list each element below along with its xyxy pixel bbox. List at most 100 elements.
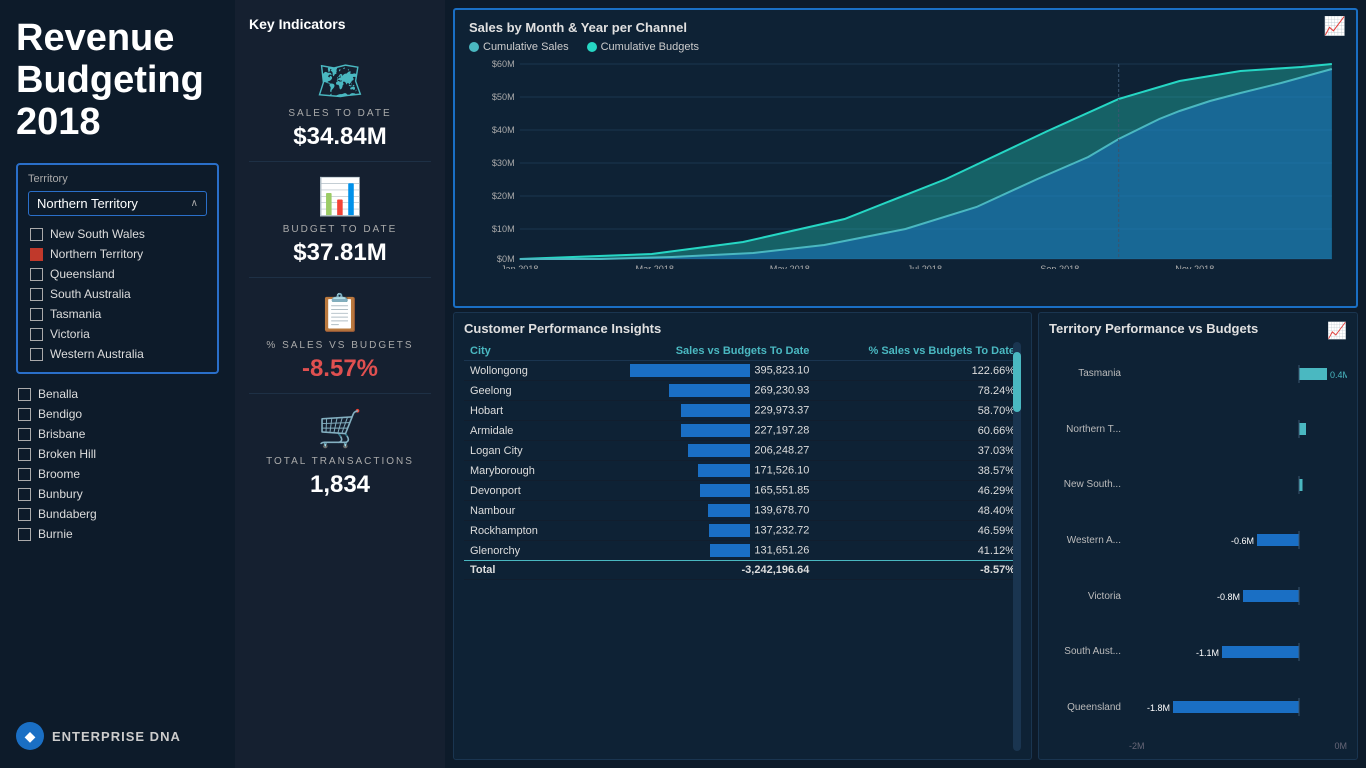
- australia-icon: 🗺: [317, 60, 363, 102]
- sales-kpi: 🗺 SALES TO DATE $34.84M: [249, 46, 431, 162]
- kpi-title: Key Indicators: [249, 16, 431, 32]
- city-list-item[interactable]: Bunbury: [16, 484, 219, 504]
- territory-list-item[interactable]: Queensland: [28, 264, 207, 284]
- svg-text:$20M: $20M: [492, 191, 515, 201]
- pct-cell: 41.12%: [815, 541, 1021, 561]
- territory-bars: Tasmania0.4MNorthern T...New South...Wes…: [1049, 342, 1347, 739]
- territory-item-label: Queensland: [50, 267, 115, 281]
- checkbox: [18, 508, 31, 521]
- transactions-icon: 🛒: [318, 408, 363, 450]
- chevron-down-icon: ∧: [191, 198, 198, 209]
- checkbox: [18, 528, 31, 541]
- table-row: Devonport 165,551.85 46.29%: [464, 481, 1021, 501]
- svg-text:-0.6M: -0.6M: [1231, 536, 1254, 546]
- pct-cell: 78.24%: [815, 381, 1021, 401]
- sales-cell: 131,651.26: [568, 541, 816, 561]
- svg-text:-0.8M: -0.8M: [1217, 592, 1240, 602]
- city-cell: Glenorchy: [464, 541, 568, 561]
- pct-icon: 📋: [318, 292, 363, 334]
- territory-list-item[interactable]: Tasmania: [28, 304, 207, 324]
- city-list-item[interactable]: Bundaberg: [16, 504, 219, 524]
- city-list-item[interactable]: Broome: [16, 464, 219, 484]
- city-item-label: Burnie: [38, 527, 73, 541]
- table-row: Rockhampton 137,232.72 46.59%: [464, 521, 1021, 541]
- territory-chart-icon[interactable]: 📈: [1327, 321, 1347, 341]
- bar-svg: -1.1M: [1129, 643, 1347, 661]
- territory-bar-label: Northern T...: [1049, 424, 1129, 435]
- territory-bar-row: Western A... -0.6M: [1049, 531, 1347, 549]
- chart-expand-icon[interactable]: 📈: [1324, 16, 1346, 37]
- city-cell: Armidale: [464, 421, 568, 441]
- city-item-label: Bendigo: [38, 407, 82, 421]
- city-cell: Wollongong: [464, 361, 568, 381]
- bar-svg: -0.6M: [1129, 531, 1347, 549]
- checkbox: [30, 348, 43, 361]
- bar-svg: -1.8M: [1129, 698, 1347, 716]
- territory-dropdown[interactable]: Northern Territory ∧: [28, 191, 207, 216]
- svg-text:$0M: $0M: [497, 254, 515, 264]
- territory-bar-row: Queensland-1.8M: [1049, 698, 1347, 716]
- checkbox: [30, 308, 43, 321]
- checkbox: [18, 488, 31, 501]
- city-list-item[interactable]: Benalla: [16, 384, 219, 404]
- territory-bar-row: Northern T...: [1049, 420, 1347, 438]
- pct-value: -8.57%: [302, 355, 378, 383]
- table-row: Armidale 227,197.28 60.66%: [464, 421, 1021, 441]
- city-list-item[interactable]: Bendigo: [16, 404, 219, 424]
- svg-text:Jul 2018: Jul 2018: [908, 264, 942, 269]
- sales-cell: 227,197.28: [568, 421, 816, 441]
- territory-bar-row: Victoria-0.8M: [1049, 587, 1347, 605]
- transactions-label: TOTAL TRANSACTIONS: [266, 456, 414, 467]
- checkbox: [30, 268, 43, 281]
- axis-label-neg2m: -2M: [1129, 741, 1145, 751]
- legend-sales: Cumulative Sales: [483, 41, 569, 53]
- territory-axis: -2M 0M: [1129, 739, 1347, 751]
- city-filter-list: Benalla Bendigo Brisbane Broken Hill Broome B…: [16, 384, 219, 544]
- transactions-value: 1,834: [310, 471, 370, 499]
- city-item-label: Broken Hill: [38, 447, 96, 461]
- territory-list-item[interactable]: Victoria: [28, 324, 207, 344]
- territory-item-label: Tasmania: [50, 307, 101, 321]
- territory-list-item[interactable]: Western Australia: [28, 344, 207, 364]
- city-list-item[interactable]: Broken Hill: [16, 444, 219, 464]
- pct-cell: 46.59%: [815, 521, 1021, 541]
- territory-list-item[interactable]: South Australia: [28, 284, 207, 304]
- territory-bar-label: South Aust...: [1049, 646, 1129, 657]
- checkbox: [18, 428, 31, 441]
- scroll-bar[interactable]: [1013, 342, 1021, 751]
- territory-panel: Territory Performance vs Budgets 📈 Tasma…: [1038, 312, 1358, 760]
- city-cell: Maryborough: [464, 461, 568, 481]
- city-list-item[interactable]: Burnie: [16, 524, 219, 544]
- territory-item-label: Victoria: [50, 327, 90, 341]
- svg-text:$30M: $30M: [492, 158, 515, 168]
- svg-text:$50M: $50M: [492, 92, 515, 102]
- city-cell: Nambour: [464, 501, 568, 521]
- sales-cell: 229,973.37: [568, 401, 816, 421]
- checkbox: [30, 328, 43, 341]
- city-item-label: Bundaberg: [38, 507, 97, 521]
- logo: ◆ ENTERPRISE DNA: [16, 712, 219, 750]
- pct-cell: 60.66%: [815, 421, 1021, 441]
- customer-table-panel: Customer Performance Insights City Sales…: [453, 312, 1032, 760]
- territory-list-item[interactable]: Northern Territory: [28, 244, 207, 264]
- pct-cell: 37.03%: [815, 441, 1021, 461]
- territory-list-item[interactable]: New South Wales: [28, 224, 207, 244]
- city-item-label: Brisbane: [38, 427, 85, 441]
- col-pct: % Sales vs Budgets To Date: [815, 342, 1021, 361]
- table-row: Glenorchy 131,651.26 41.12%: [464, 541, 1021, 561]
- svg-text:Nov 2018: Nov 2018: [1175, 264, 1214, 269]
- territory-list: New South WalesNorthern Territory Queensl…: [28, 224, 207, 364]
- pct-label: % SALES VS BUDGETS: [266, 340, 413, 351]
- budget-value: $37.81M: [293, 239, 386, 267]
- city-item-label: Broome: [38, 467, 80, 481]
- checkbox: [18, 388, 31, 401]
- scroll-thumb: [1013, 352, 1021, 412]
- city-list-item[interactable]: Brisbane: [16, 424, 219, 444]
- checkbox: [18, 448, 31, 461]
- territory-chart-title: Territory Performance vs Budgets: [1049, 321, 1347, 336]
- territory-bar-label: Western A...: [1049, 535, 1129, 546]
- svg-text:Mar 2018: Mar 2018: [636, 264, 675, 269]
- svg-text:Sep 2018: Sep 2018: [1040, 264, 1079, 269]
- col-sales: Sales vs Budgets To Date: [568, 342, 816, 361]
- table-row: Wollongong 395,823.10 122.66%: [464, 361, 1021, 381]
